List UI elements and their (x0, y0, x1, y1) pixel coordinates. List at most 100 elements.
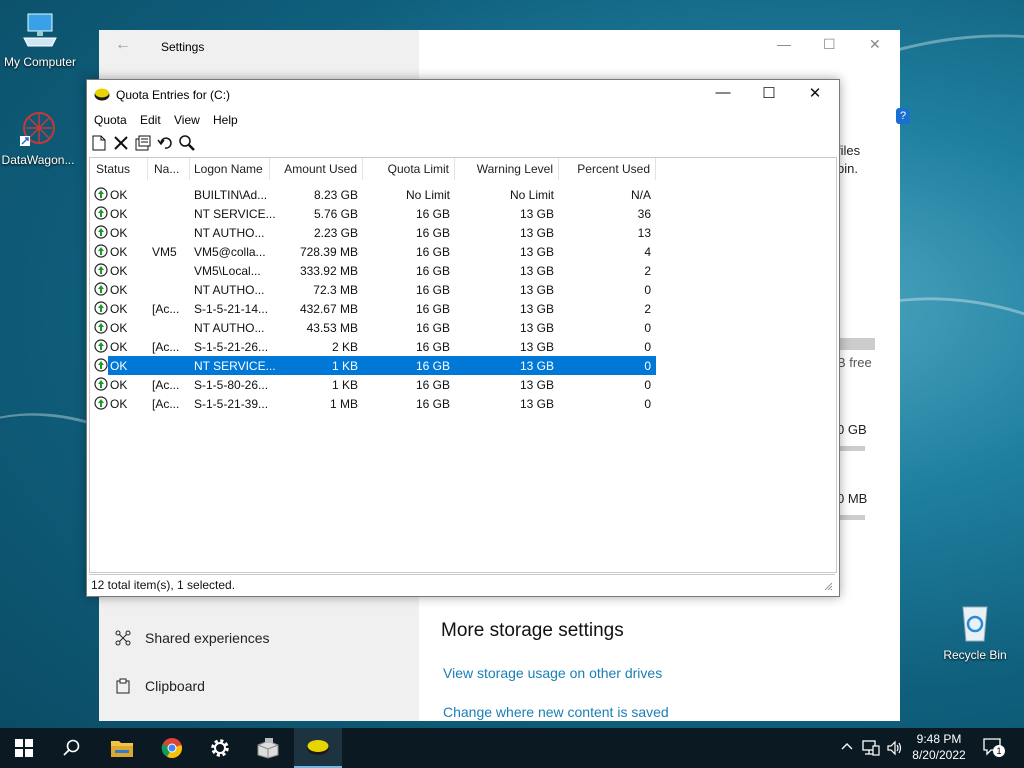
desktop-icon-my-computer[interactable]: My Computer (0, 10, 82, 69)
cell-logon: S-1-5-80-26... (194, 378, 269, 392)
text-fragment: B free (837, 355, 872, 370)
desktop-icon-label: DataWagon... (1, 153, 75, 167)
minimize-icon[interactable]: — (777, 36, 791, 52)
clock-date: 8/20/2022 (912, 748, 966, 762)
status-ok-icon (94, 225, 108, 239)
cell-used: 5.76 GB (313, 207, 358, 221)
taskbar-chrome[interactable] (148, 728, 196, 768)
column-header-warning-level[interactable]: Warning Level (455, 158, 559, 180)
taskbar-package-app[interactable] (244, 728, 292, 768)
new-entry-icon[interactable] (90, 134, 108, 152)
table-row[interactable]: OK [Ac... S-1-5-21-26... 2 KB 16 GB 13 GB 0 (90, 337, 656, 356)
table-row[interactable]: OK [Ac... S-1-5-80-26... 1 KB 16 GB 13 GB 0 (90, 375, 656, 394)
cell-logon: BUILTIN\Ad... (194, 188, 268, 202)
change-new-content-location-link[interactable]: Change where new content is saved (443, 704, 669, 720)
undo-icon[interactable] (156, 134, 174, 152)
cell-warning: 13 GB (519, 283, 554, 297)
back-arrow-icon[interactable]: ← (115, 36, 131, 54)
close-icon[interactable]: ✕ (869, 36, 881, 53)
cell-limit: 16 GB (415, 245, 450, 259)
cell-used: 72.3 MB (313, 283, 358, 297)
search-button[interactable] (48, 728, 96, 768)
find-icon[interactable] (178, 134, 196, 152)
menu-view[interactable]: View (174, 113, 200, 127)
cell-status: OK (110, 226, 128, 240)
table-row[interactable]: OK NT SERVICE... 5.76 GB 16 GB 13 GB 36 (90, 204, 656, 223)
cell-used: 1 KB (331, 378, 358, 392)
notification-center-button[interactable]: 1 (983, 738, 1005, 758)
cell-limit: 16 GB (415, 226, 450, 240)
status-ok-icon (94, 339, 108, 353)
quota-titlebar[interactable]: Quota Entries for (C:) — ☐ ✕ (87, 80, 839, 110)
maximize-icon[interactable]: ☐ (823, 36, 836, 53)
cell-status: OK (110, 245, 128, 259)
table-row[interactable]: OK VM5\Local... 333.92 MB 16 GB 13 GB 2 (90, 261, 656, 280)
clock[interactable]: 9:48 PM 8/20/2022 (908, 732, 970, 762)
speaker-icon[interactable] (886, 740, 904, 756)
chrome-icon (161, 738, 182, 759)
cell-limit: 16 GB (415, 321, 450, 335)
table-row[interactable]: OK [Ac... S-1-5-21-14... 432.67 MB 16 GB 13 G… (90, 299, 656, 318)
table-row[interactable]: OK NT AUTHO... 2.23 GB 16 GB 13 GB 13 (90, 223, 656, 242)
windows-logo-icon (15, 739, 33, 757)
cell-limit: No Limit (405, 188, 450, 202)
properties-icon[interactable] (134, 134, 152, 152)
view-storage-other-drives-link[interactable]: View storage usage on other drives (443, 665, 662, 681)
desktop-icon-recycle-bin[interactable]: Recycle Bin (933, 603, 1017, 662)
nav-item-shared-experiences[interactable]: Shared experiences (115, 630, 270, 646)
cell-used: 2.23 GB (313, 226, 358, 240)
column-header-name[interactable]: Na... (148, 158, 190, 180)
cell-limit: 16 GB (415, 264, 450, 278)
network-icon[interactable] (862, 740, 880, 756)
table-row[interactable]: OK VM5 VM5@colla... 728.39 MB 16 GB 13 GB 4 (90, 242, 656, 261)
menu-quota[interactable]: Quota (94, 113, 127, 127)
desktop-icon-datawagon[interactable]: DataWagon... (0, 108, 80, 167)
quota-entries-list[interactable]: Status Na... Logon Name Amount Used Quot… (89, 157, 837, 573)
taskbar-file-explorer[interactable] (98, 728, 146, 768)
cell-warning: 13 GB (519, 302, 554, 316)
menu-edit[interactable]: Edit (140, 113, 161, 127)
resize-grip-icon[interactable] (823, 581, 833, 591)
cell-name: [Ac... (152, 397, 180, 411)
help-icon[interactable]: ? (896, 108, 910, 124)
table-row[interactable]: OK [Ac... S-1-5-21-39... 1 MB 16 GB 13 GB 0 (90, 394, 656, 413)
cell-limit: 16 GB (415, 359, 450, 373)
nav-item-clipboard[interactable]: Clipboard (115, 678, 205, 694)
table-row[interactable]: OK NT AUTHO... 43.53 MB 16 GB 13 GB 0 (90, 318, 656, 337)
cell-used: 333.92 MB (299, 264, 358, 278)
cell-status: OK (110, 207, 128, 221)
cell-percent: 0 (644, 340, 651, 354)
cell-warning: 13 GB (519, 321, 554, 335)
table-row[interactable]: OK BUILTIN\Ad... 8.23 GB No Limit No Limit N/… (90, 185, 656, 204)
cell-status: OK (110, 359, 128, 373)
column-header-logon-name[interactable]: Logon Name (190, 158, 270, 180)
start-button[interactable] (0, 728, 48, 768)
taskbar-quota-app-active[interactable] (294, 728, 342, 768)
table-row[interactable]: OK NT SERVICE... 1 KB 16 GB 13 GB 0 (90, 356, 656, 375)
cell-status: OK (110, 378, 128, 392)
quota-maximize-icon[interactable]: ☐ (746, 84, 792, 106)
quota-close-icon[interactable]: ✕ (792, 84, 838, 106)
column-header-percent-used[interactable]: Percent Used (559, 158, 656, 180)
search-icon (63, 739, 80, 756)
column-header-quota-limit[interactable]: Quota Limit (363, 158, 455, 180)
cell-logon: NT AUTHO... (194, 283, 265, 297)
cell-name: [Ac... (152, 378, 180, 392)
taskbar-settings[interactable] (196, 728, 244, 768)
storage-bar (837, 338, 875, 350)
cell-percent: 13 (637, 226, 651, 240)
chevron-up-icon[interactable] (841, 741, 853, 753)
delete-icon[interactable] (112, 134, 130, 152)
clock-time: 9:48 PM (916, 732, 962, 746)
cell-percent: 0 (644, 378, 651, 392)
column-header-status[interactable]: Status (90, 158, 148, 180)
cell-warning: 13 GB (519, 340, 554, 354)
cell-warning: 13 GB (519, 359, 554, 373)
cell-percent: 36 (637, 207, 651, 221)
cell-status: OK (110, 397, 128, 411)
menu-help[interactable]: Help (213, 113, 238, 127)
table-row[interactable]: OK NT AUTHO... 72.3 MB 16 GB 13 GB 0 (90, 280, 656, 299)
quota-minimize-icon[interactable]: — (700, 84, 746, 106)
text-fragment: 0 MB (837, 491, 868, 506)
column-header-amount-used[interactable]: Amount Used (270, 158, 363, 180)
